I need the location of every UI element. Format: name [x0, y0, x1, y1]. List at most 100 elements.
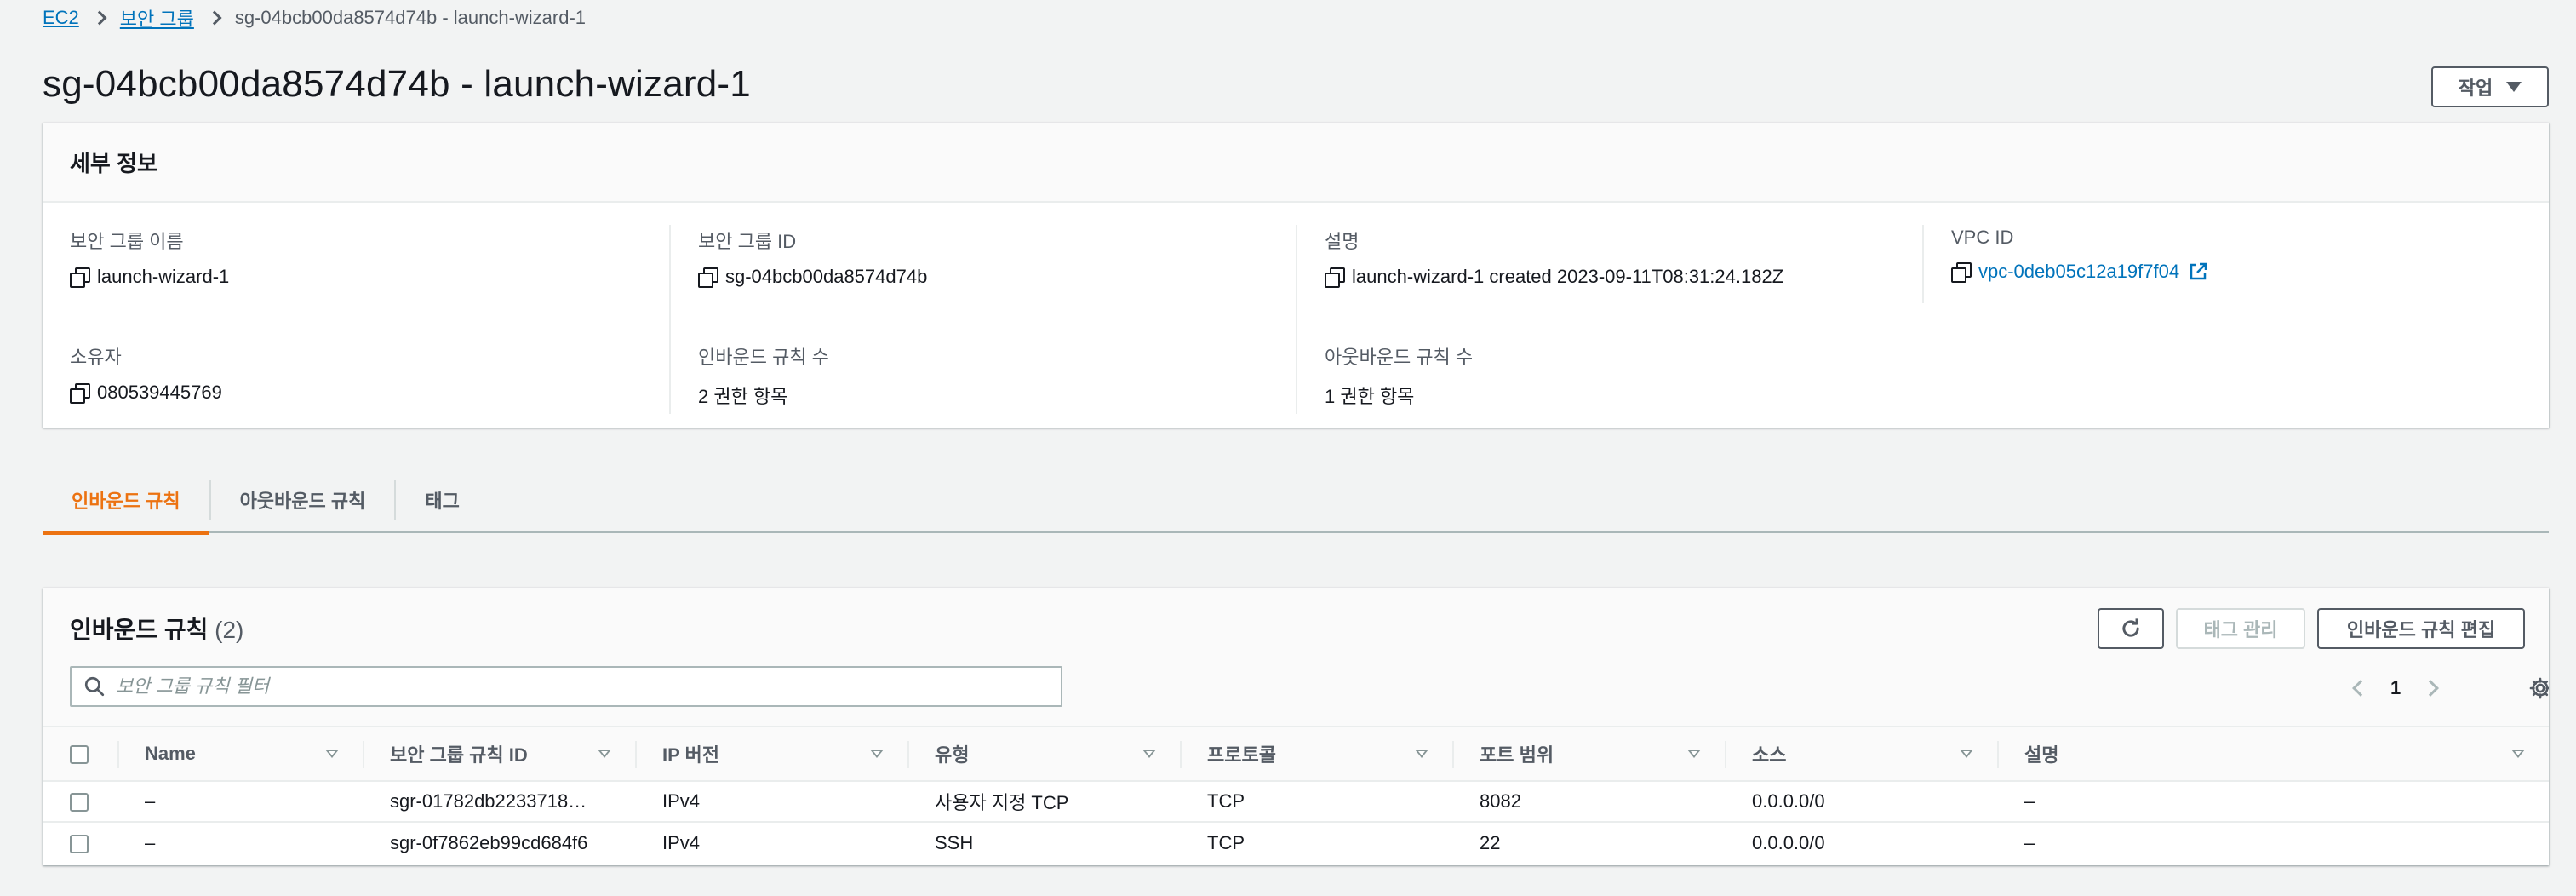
- column-divider: [669, 225, 671, 414]
- details-title: 세부 정보: [70, 150, 157, 176]
- cell-port-range: 22: [1480, 831, 1501, 853]
- detail-label: VPC ID: [1951, 227, 2014, 248]
- edit-inbound-rules-button[interactable]: 인바운드 규칙 편집: [2317, 608, 2525, 649]
- breadcrumb-link-security-groups[interactable]: 보안 그룹: [120, 4, 194, 32]
- breadcrumb-link-ec2[interactable]: EC2: [43, 7, 79, 29]
- vpc-link[interactable]: vpc-0deb05c12a19f7f04: [1978, 261, 2179, 283]
- column-header-rule-id[interactable]: 보안 그룹 규칙 ID: [363, 727, 635, 781]
- detail-inbound-count: 인바운드 규칙 수 2 권한 항목: [698, 342, 1294, 409]
- select-all-checkbox[interactable]: [70, 745, 89, 765]
- inbound-rules-table: Name 보안 그룹 규칙 ID IP 버전 유형 프로토콜 포트 범위 소스 …: [43, 726, 2549, 863]
- settings-gear-icon[interactable]: [2528, 676, 2549, 700]
- detail-description: 설명 launch-wizard-1 created 2023-09-11T08…: [1325, 227, 1921, 288]
- sort-caret-icon[interactable]: [598, 750, 611, 758]
- detail-value: 1 권한 항목: [1325, 386, 1415, 407]
- rules-count: (2): [215, 617, 244, 643]
- inbound-rules-panel: 인바운드 규칙 (2) 태그 관리 인바운드 규칙 편집 1: [43, 588, 2549, 865]
- copy-icon[interactable]: [70, 267, 90, 288]
- cell-description: –: [2024, 790, 2035, 812]
- tab-outbound-rules[interactable]: 아웃바운드 규칙: [211, 467, 395, 533]
- copy-icon[interactable]: [1325, 267, 1345, 288]
- tab-tags[interactable]: 태그: [396, 467, 488, 533]
- details-header: 세부 정보: [43, 123, 2549, 203]
- cell-ip-version: IPv4: [662, 831, 701, 853]
- refresh-button[interactable]: [2098, 608, 2164, 649]
- tabs-bar: 인바운드 규칙 아웃바운드 규칙 태그: [43, 467, 2549, 535]
- detail-value: 2 권한 항목: [698, 386, 788, 407]
- details-panel: 세부 정보 보안 그룹 이름 launch-wizard-1 보안 그룹 ID …: [43, 123, 2549, 428]
- copy-icon[interactable]: [698, 267, 718, 288]
- detail-sg-id: 보안 그룹 ID sg-04bcb00da8574d74b: [698, 227, 1294, 288]
- column-header-ip-version[interactable]: IP 버전: [635, 727, 907, 781]
- sort-caret-icon[interactable]: [2511, 750, 2525, 758]
- refresh-icon: [2122, 618, 2139, 637]
- cell-description: –: [2024, 831, 2035, 853]
- sort-caret-icon[interactable]: [325, 750, 339, 758]
- chevron-left-icon[interactable]: [2352, 680, 2369, 697]
- copy-icon[interactable]: [70, 383, 90, 404]
- sort-caret-icon[interactable]: [870, 750, 884, 758]
- search-icon: [84, 676, 105, 697]
- cell-type: 사용자 지정 TCP: [935, 792, 1069, 813]
- column-divider: [1296, 225, 1297, 414]
- cell-source: 0.0.0.0/0: [1752, 831, 1825, 853]
- column-header-type[interactable]: 유형: [907, 727, 1180, 781]
- cell-protocol: TCP: [1207, 790, 1245, 812]
- caret-down-icon: [2506, 82, 2522, 92]
- chevron-right-icon: [92, 10, 107, 26]
- rules-filter-input[interactable]: [116, 675, 1035, 698]
- sort-caret-icon[interactable]: [1687, 750, 1701, 758]
- copy-icon[interactable]: [1951, 262, 1972, 283]
- breadcrumb-current: sg-04bcb00da8574d74b - launch-wizard-1: [234, 7, 587, 28]
- detail-owner: 소유자 080539445769: [70, 342, 666, 404]
- cell-rule-id: sgr-0f7862eb99cd684f6: [390, 831, 588, 853]
- column-header-source[interactable]: 소스: [1725, 727, 1997, 781]
- cell-ip-version: IPv4: [662, 790, 701, 812]
- rules-header: 인바운드 규칙 (2) 태그 관리 인바운드 규칙 편집 1: [43, 588, 2549, 726]
- column-header-name[interactable]: Name: [117, 727, 363, 781]
- detail-sg-name: 보안 그룹 이름 launch-wizard-1: [70, 227, 666, 288]
- manage-tags-button[interactable]: 태그 관리: [2176, 608, 2305, 649]
- detail-value: launch-wizard-1 created 2023-09-11T08:31…: [1352, 266, 1784, 287]
- sort-caret-icon[interactable]: [1142, 750, 1156, 758]
- rules-filter: [70, 666, 1062, 707]
- table-header-row: Name 보안 그룹 규칙 ID IP 버전 유형 프로토콜 포트 범위 소스 …: [43, 727, 2549, 781]
- detail-label: 인바운드 규칙 수: [698, 347, 829, 368]
- row-checkbox[interactable]: [70, 793, 89, 813]
- cell-protocol: TCP: [1207, 831, 1245, 853]
- row-checkbox[interactable]: [70, 834, 89, 853]
- detail-label: 아웃바운드 규칙 수: [1325, 347, 1474, 368]
- page-number[interactable]: 1: [2390, 677, 2401, 699]
- detail-value: sg-04bcb00da8574d74b: [725, 266, 928, 287]
- actions-label: 작업: [2458, 78, 2493, 99]
- sort-caret-icon[interactable]: [1415, 750, 1428, 758]
- detail-value: 080539445769: [97, 382, 222, 403]
- cell-name: –: [145, 790, 156, 812]
- cell-port-range: 8082: [1480, 790, 1521, 812]
- column-header-protocol[interactable]: 프로토콜: [1180, 727, 1452, 781]
- column-header-port-range[interactable]: 포트 범위: [1452, 727, 1725, 781]
- table-row[interactable]: – sgr-01782db2233718… IPv4 사용자 지정 TCP TC…: [43, 781, 2549, 822]
- detail-outbound-count: 아웃바운드 규칙 수 1 권한 항목: [1325, 342, 1921, 409]
- rules-title-text: 인바운드 규칙: [70, 617, 209, 643]
- cell-name: –: [145, 831, 156, 853]
- rules-title: 인바운드 규칙 (2): [70, 612, 243, 646]
- actions-dropdown-button[interactable]: 작업: [2431, 66, 2549, 107]
- cell-rule-id: sgr-01782db2233718…: [390, 790, 587, 812]
- chevron-right-icon: [207, 10, 222, 26]
- details-grid: 보안 그룹 이름 launch-wizard-1 보안 그룹 ID sg-04b…: [43, 203, 2549, 428]
- page-title: sg-04bcb00da8574d74b - launch-wizard-1: [43, 63, 751, 105]
- detail-label: 소유자: [70, 347, 122, 368]
- chevron-right-icon[interactable]: [2422, 680, 2440, 697]
- detail-label: 보안 그룹 이름: [70, 231, 184, 252]
- detail-label: 설명: [1325, 231, 1360, 252]
- breadcrumb: EC2 보안 그룹 sg-04bcb00da8574d74b - launch-…: [43, 3, 586, 32]
- cell-type: SSH: [935, 831, 974, 853]
- column-header-description[interactable]: 설명: [1997, 727, 2549, 781]
- tab-inbound-rules[interactable]: 인바운드 규칙: [43, 467, 209, 535]
- sort-caret-icon[interactable]: [1960, 750, 1973, 758]
- table-row[interactable]: – sgr-0f7862eb99cd684f6 IPv4 SSH TCP 22 …: [43, 822, 2549, 863]
- column-divider: [1922, 225, 1924, 303]
- external-link-icon[interactable]: [2188, 261, 2208, 282]
- cell-source: 0.0.0.0/0: [1752, 790, 1825, 812]
